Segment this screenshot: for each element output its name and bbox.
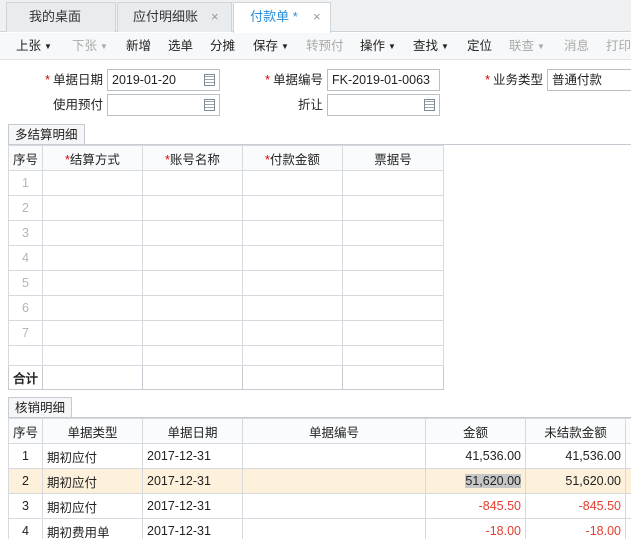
doc-date-field[interactable]: 2019-01-20 [107,69,220,91]
operate-button[interactable]: 操作 ▼ [360,33,396,59]
chevron-down-icon: ▼ [281,42,289,51]
settlement-grid: 序号 *结算方式 *账号名称 *付款金额 票据号 1 2 3 4 5 6 7 合… [8,145,444,390]
locate-button[interactable]: 定位 [467,33,492,59]
tab-label: 我的桌面 [28,9,81,24]
writeoff-tab[interactable]: 核销明细 [8,397,73,418]
biz-type-label: * 业务类型 [485,73,543,87]
table-row[interactable]: 2 [8,195,444,221]
table-row[interactable]: 1 期初应付 2017-12-31 41,536.00 41,536.00 [8,443,631,469]
tab-label: 付款单 * [250,9,298,24]
table-row[interactable]: 4 [8,245,444,271]
col-header-doc-type: 单据类型 [42,418,143,444]
new-button[interactable]: 新增 [126,33,151,59]
doc-no-field[interactable]: FK-2019-01-0063 [327,69,440,91]
col-header-index: 序号 [8,418,43,444]
chevron-down-icon: ▼ [100,42,108,51]
col-header-doc-date: 单据日期 [142,418,243,444]
print-button[interactable]: 打印 [606,33,631,59]
discount-label: 折让 [297,98,323,112]
message-button[interactable]: 消息 [564,33,589,59]
total-row: 合计 [8,365,444,390]
use-prepay-field[interactable] [107,94,220,116]
table-row[interactable]: 4 期初费用单 2017-12-31 -18.00 -18.00 [8,518,631,539]
toolbar: 上张 ▼ 下张 ▼ 新增 选单 分摊 保存 ▼ 转预付 操作 ▼ 查找 ▼ 定位 联查 ▼ … [0,33,631,60]
biz-type-select[interactable]: 普通付款 [547,69,631,91]
col-header-unpaid: 未结款金额 [525,418,626,444]
table-row[interactable]: 3 [8,220,444,246]
tab-payment-voucher[interactable]: 付款单 * × [233,2,331,33]
save-button[interactable]: 保存 ▼ [253,33,289,59]
table-row[interactable]: 1 [8,170,444,196]
calendar-icon[interactable] [204,99,215,111]
col-header-index: 序号 [8,145,43,171]
calendar-icon[interactable] [204,74,215,86]
table-row[interactable]: 6 [8,295,444,321]
use-prepay-label: 使用预付 [52,98,103,112]
table-row[interactable]: 3 期初应付 2017-12-31 -845.50 -845.50 [8,493,631,519]
col-header-amount: 金额 [425,418,526,444]
chevron-down-icon: ▼ [44,42,52,51]
calendar-icon[interactable] [424,99,435,111]
next-record-button[interactable]: 下张 ▼ [72,33,108,59]
chevron-down-icon: ▼ [537,42,545,51]
col-header-doc-no: 单据编号 [242,418,426,444]
chevron-down-icon: ▼ [388,42,396,51]
col-header-account-name: *账号名称 [142,145,243,171]
table-row[interactable]: 7 [8,320,444,346]
query-link-button[interactable]: 联查 ▼ [509,33,545,59]
close-icon[interactable]: × [313,3,321,31]
close-icon[interactable]: × [211,3,219,31]
tab-label: 应付明细账 [132,9,198,24]
allocate-button[interactable]: 分摊 [210,33,235,59]
table-row-selected[interactable]: 2 期初应付 2017-12-31 51,620.00 51,620.00 [8,468,631,494]
tab-desktop[interactable]: 我的桌面 [6,2,116,32]
amount-cell-editing[interactable]: 51,620.00 [425,468,526,494]
select-doc-button[interactable]: 选单 [168,33,193,59]
to-prepay-button[interactable]: 转预付 [306,33,344,59]
col-header-pay-amount: *付款金额 [242,145,343,171]
doc-date-label: * 单据日期 [45,73,103,87]
settlement-tab[interactable]: 多结算明细 [8,124,85,145]
table-row[interactable]: 5 [8,270,444,296]
writeoff-grid: 序号 单据类型 单据日期 单据编号 金额 未结款金额 1 期初应付 2017-1… [8,418,631,539]
tab-payable-ledger[interactable]: 应付明细账 × [117,2,232,32]
tab-bar: 我的桌面 应付明细账 × 付款单 * × [0,0,631,33]
doc-no-label: * 单据编号 [265,73,323,87]
find-button[interactable]: 查找 ▼ [413,33,449,59]
discount-field[interactable] [327,94,440,116]
col-header-bill-no: 票据号 [342,145,444,171]
col-header-settle-method: *结算方式 [42,145,143,171]
prev-record-button[interactable]: 上张 ▼ [16,33,52,59]
chevron-down-icon: ▼ [441,42,449,51]
table-row-empty [8,345,444,366]
